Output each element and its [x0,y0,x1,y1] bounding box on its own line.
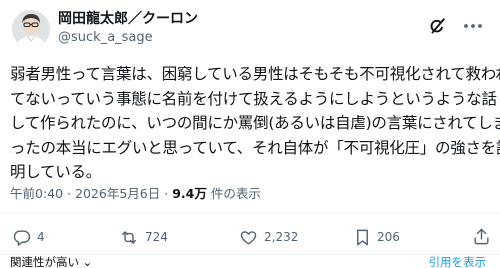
views-count[interactable]: 9.4万 [172,186,207,201]
post-time[interactable]: 午前0:40 [10,186,63,201]
grok-icon [430,18,445,34]
action-bar: 4 724 2,232 206 [0,218,500,254]
post-text: 弱者男性って言葉は、困窮している男性はそもそも不可視化されて救われ てないってい… [10,62,500,185]
repost-button[interactable]: 724 [119,227,168,247]
meta-separator: · [164,186,169,201]
person-avatar-icon [12,10,50,48]
post-text-line: 明している。 [10,163,102,181]
divider [0,212,500,213]
meta-separator: · [67,186,72,201]
share-button[interactable] [472,227,492,247]
like-icon [240,230,257,245]
like-button[interactable]: 2,232 [239,227,298,247]
chevron-down-icon: ⌄ [82,255,93,268]
repost-icon [121,230,137,244]
author-display-name[interactable]: 岡田龍太郎／クーロン [58,10,198,28]
post-meta: 午前0:40 · 2026年5月6日 · 9.4万 件の表示 [10,186,261,202]
post-text-line: てないっていう事態に名前を付けて扱えるようにしようというような話と [10,89,500,108]
more-options-button[interactable] [459,14,487,38]
views-label: 件の表示 [210,186,261,201]
share-icon [474,228,489,245]
grok-button[interactable] [425,14,449,38]
bookmark-button[interactable]: 206 [354,227,400,247]
repost-count: 724 [145,230,168,244]
post-text-line: 弱者男性って言葉は、困窮している男性はそもそも不可視化されて救われ [10,65,500,83]
bookmark-count: 206 [377,230,400,244]
bookmark-icon [357,229,368,245]
post-text-line: して作られたのに、いつの間にか罵倒(あるいは自虐)の言葉にされてしま [10,114,500,132]
sort-label: 関連性が高い [10,255,79,268]
more-options-icon [464,24,482,28]
like-count: 2,232 [264,230,299,244]
post-card: 岡田龍太郎／クーロン @suck_a_sage 弱者男性って言葉は、困窮している… [0,0,500,268]
avatar[interactable] [12,10,50,48]
post-text-line: ったの本当にエグいと思っていて、それ自体が「不可視化圧」の強さを証 [10,138,500,157]
author-handle[interactable]: @suck_a_sage [58,30,153,46]
view-quotes-link[interactable]: 引用を表示 [429,256,487,268]
reply-icon [13,229,31,246]
reply-count: 4 [37,230,45,244]
reply-button[interactable]: 4 [12,227,45,247]
reply-sort-row: 関連性が高い ⌄ 引用を表示 [0,256,500,268]
post-date[interactable]: 2026年5月6日 [75,186,160,201]
sort-dropdown[interactable]: 関連性が高い ⌄ [10,256,92,268]
